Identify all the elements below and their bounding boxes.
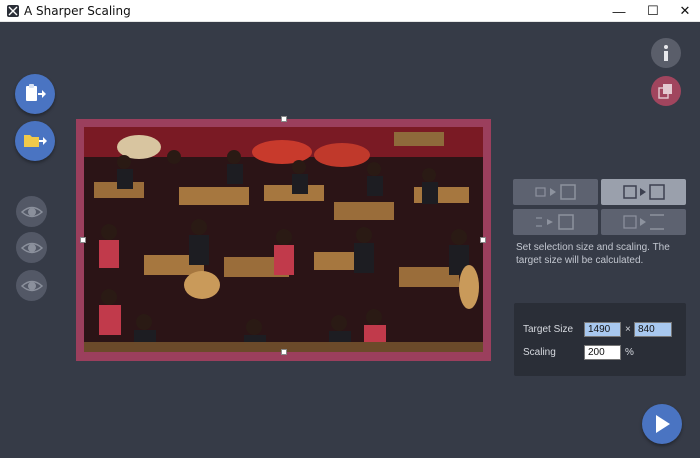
mode-button-2[interactable] <box>601 179 686 205</box>
resize-handle-right[interactable] <box>480 237 486 243</box>
close-button[interactable]: ✕ <box>668 0 700 22</box>
folder-arrow-icon <box>24 135 47 147</box>
maximize-button[interactable]: ☐ <box>636 0 670 22</box>
scale-mode-icon <box>622 214 664 230</box>
info-button[interactable] <box>651 38 681 68</box>
times-sign: × <box>625 324 631 335</box>
eye-2-icon <box>20 242 43 253</box>
app-area: Set selection size and scaling. The targ… <box>0 22 700 458</box>
paste-clipboard-button[interactable] <box>15 74 55 114</box>
start-scaling-button[interactable] <box>642 404 682 444</box>
eye-1-icon <box>20 206 43 217</box>
scale-mode-icon <box>535 214 574 230</box>
play-icon <box>656 415 670 433</box>
app-icon <box>7 5 19 17</box>
copy-icon <box>658 84 672 99</box>
mode-button-3[interactable] <box>513 209 598 235</box>
resize-handle-bottom[interactable] <box>281 349 287 355</box>
scaling-input[interactable] <box>584 345 621 360</box>
orchestra-photo <box>84 127 483 352</box>
preview-2-button[interactable] <box>16 232 47 263</box>
resize-handle-left[interactable] <box>80 237 86 243</box>
target-width-input[interactable] <box>584 322 621 337</box>
resize-handle-top[interactable] <box>281 116 287 122</box>
preview-3-button[interactable] <box>16 270 47 301</box>
scale-mode-icon <box>534 184 576 200</box>
clipboard-arrow-icon <box>26 84 46 101</box>
title-bar: A Sharper Scaling — ☐ ✕ <box>0 0 700 22</box>
window-title: A Sharper Scaling <box>24 4 131 18</box>
target-size-label: Target Size <box>523 324 574 335</box>
eye-3-icon <box>20 280 43 291</box>
mode-button-4[interactable] <box>601 209 686 235</box>
mode-button-1[interactable] <box>513 179 598 205</box>
target-height-input[interactable] <box>634 322 672 337</box>
scaling-label: Scaling <box>523 347 556 358</box>
hint-text: Set selection size and scaling. The targ… <box>516 242 670 266</box>
selection-frame[interactable] <box>76 116 491 361</box>
size-settings-panel: Target Size × Scaling % <box>514 303 686 376</box>
preview-1-button[interactable] <box>16 196 47 227</box>
minimize-button[interactable]: — <box>602 0 636 22</box>
info-icon <box>664 45 668 61</box>
percent-sign: % <box>625 347 634 358</box>
copy-button[interactable] <box>651 76 681 106</box>
scale-mode-icon <box>622 184 665 200</box>
open-folder-button[interactable] <box>15 121 55 161</box>
